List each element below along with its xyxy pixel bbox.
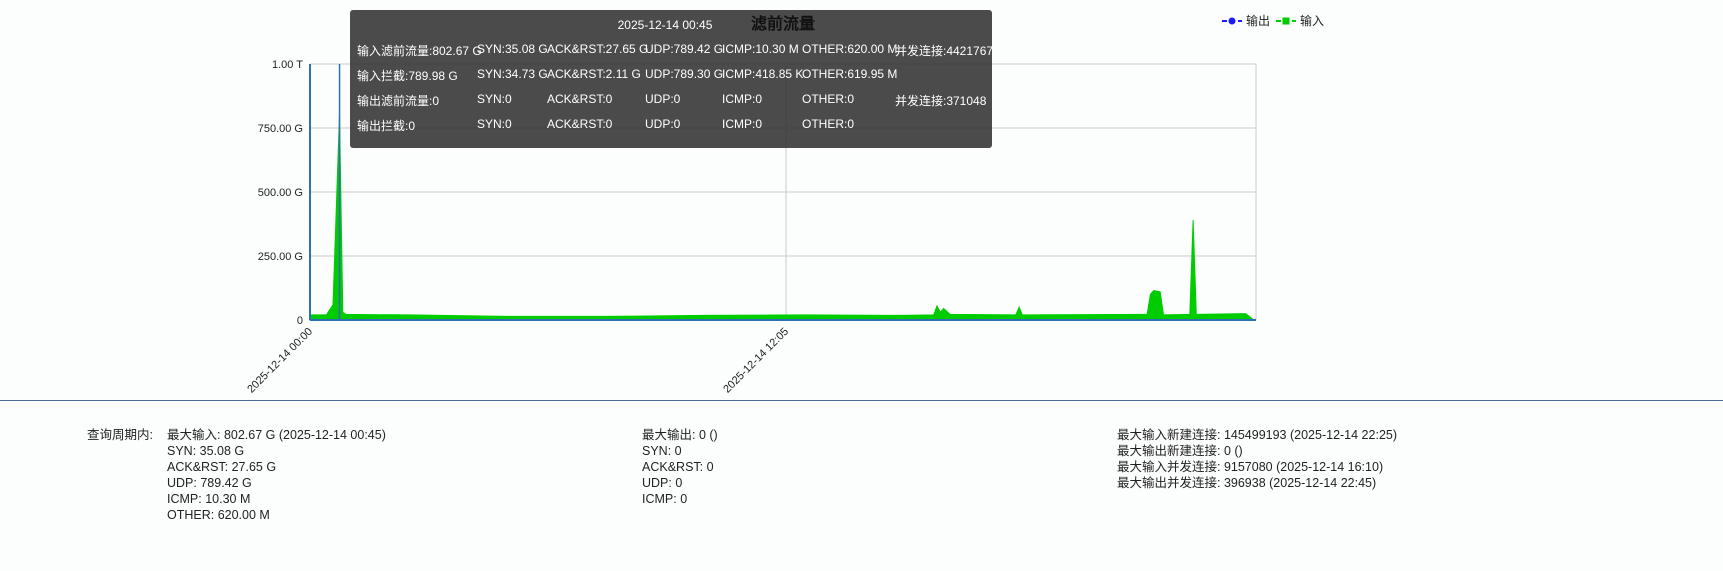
y-tick-label: 250.00 G (258, 251, 303, 263)
tooltip-cell: 输入拦截:789.98 G (357, 69, 458, 83)
tooltip-cell: UDP:789.30 G (645, 67, 724, 81)
summary-line: UDP: 789.42 G (167, 476, 252, 490)
summary-line: ACK&RST: 27.65 G (167, 460, 277, 474)
legend-input-icon (1276, 17, 1297, 24)
x-tick-label: 2025-12-14 00:00 (245, 326, 315, 396)
summary-line: 最大输入新建连接: 145499193 (2025-12-14 22:25) (1117, 428, 1398, 442)
tooltip-cell: ACK&RST:2.11 G (547, 67, 641, 81)
tooltip-cell: ICMP:0 (722, 92, 763, 106)
summary-line: ICMP: 0 (642, 492, 688, 506)
legend-item-output[interactable]: 输出 (1222, 12, 1270, 29)
summary-line: 最大输入: 802.67 G (2025-12-14 00:45) (167, 428, 386, 442)
summary-line: SYN: 35.08 G (167, 444, 245, 458)
chart-title: 滤前流量 (751, 16, 816, 33)
tooltip-cell: 并发连接:371048 (895, 94, 987, 108)
summary-line: 最大输出: 0 () (642, 428, 718, 442)
summary-input-column: 最大输入: 802.67 G (2025-12-14 00:45) SYN: 35… (167, 427, 386, 523)
tooltip-cell: ACK&RST:27.65 G (547, 42, 649, 56)
tooltip-cell: OTHER:619.95 M (802, 67, 898, 81)
tooltip-cell: ICMP:418.85 K (722, 67, 804, 81)
tooltip-cell: SYN:34.73 G (477, 67, 548, 81)
tooltip-cell: 输出滤前流量:0 (357, 94, 440, 108)
tooltip-cell: 输出拦截:0 (357, 119, 416, 133)
tooltip-cell: OTHER:0 (802, 117, 855, 131)
y-tick-label: 500.00 G (258, 187, 303, 199)
chart-tooltip: 2025-12-14 00:45 输入滤前流量:802.67 G SYN:35.0… (350, 10, 994, 148)
tooltip-cell: SYN:0 (477, 117, 512, 131)
legend-input-label: 输入 (1300, 14, 1325, 28)
summary-connection-column: 最大输入新建连接: 145499193 (2025-12-14 22:25) 最大… (1117, 427, 1397, 491)
summary-line: ICMP: 10.30 M (167, 492, 251, 506)
tooltip-cell: 并发连接:4421767 (895, 44, 994, 58)
tooltip-cell: SYN:0 (477, 92, 512, 106)
legend-output-icon (1222, 17, 1242, 24)
tooltip-cell: 输入滤前流量:802.67 G (357, 44, 482, 58)
summary-line: 最大输入并发连接: 9157080 (2025-12-14 16:10) (1117, 460, 1384, 474)
legend-item-input[interactable]: 输入 (1276, 12, 1324, 29)
legend: 输出 输入 (1222, 12, 1324, 29)
x-tick-label: 2025-12-14 12:05 (721, 326, 791, 396)
summary-line: SYN: 0 (642, 444, 682, 458)
tooltip-time: 2025-12-14 00:45 (617, 18, 713, 32)
tooltip-cell: ICMP:0 (722, 117, 763, 131)
tooltip-cell: OTHER:0 (802, 92, 855, 106)
summary-line: OTHER: 620.00 M (167, 508, 270, 522)
divider (0, 400, 1723, 401)
summary-line: ACK&RST: 0 (642, 460, 714, 474)
tooltip-cell: ACK&RST:0 (547, 117, 613, 131)
summary-output-column: 最大输出: 0 () SYN: 0 ACK&RST: 0 UDP: 0 ICMP: 0 (642, 427, 718, 507)
tooltip-cell: ACK&RST:0 (547, 92, 613, 106)
y-tick-label: 1.00 T (272, 59, 303, 71)
tooltip-cell: UDP:789.42 G (645, 42, 724, 56)
tooltip-cell: SYN:35.08 G (477, 42, 548, 56)
tooltip-cell: OTHER:620.00 M (802, 42, 898, 56)
summary-line: 最大输出并发连接: 396938 (2025-12-14 22:45) (1117, 476, 1377, 490)
summary-line: UDP: 0 (642, 476, 683, 490)
tooltip-cell: UDP:0 (645, 117, 681, 131)
tooltip-cell: UDP:0 (645, 92, 681, 106)
y-tick-label: 750.00 G (258, 123, 303, 135)
tooltip-cell: ICMP:10.30 M (722, 42, 799, 56)
summary-label: 查询周期内: (87, 428, 153, 442)
summary-line: 最大输出新建连接: 0 () (1117, 444, 1243, 458)
legend-output-label: 输出 (1246, 14, 1271, 28)
y-tick-label: 0 (297, 315, 303, 327)
